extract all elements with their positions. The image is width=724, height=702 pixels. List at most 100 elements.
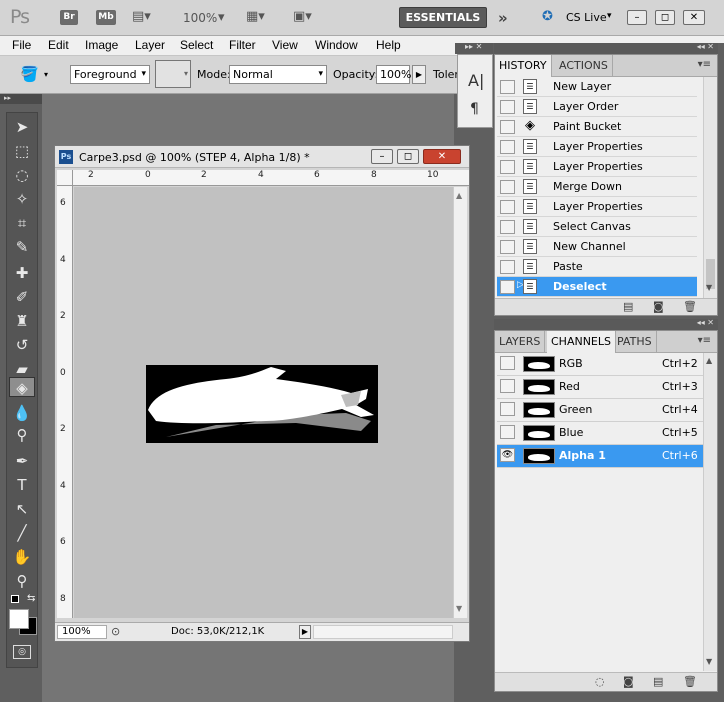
paint-bucket-tool-icon[interactable]: ◈ [9,377,35,397]
tab-actions[interactable]: ACTIONS [555,55,613,77]
channels-scrollbar[interactable]: ▲ ▼ [703,353,717,671]
menu-image[interactable]: Image [85,38,118,52]
load-channel-selection-icon[interactable]: ◌ [595,675,605,688]
clone-stamp-tool-icon[interactable]: ♜ [9,311,35,331]
path-selection-tool-icon[interactable]: ↖ [9,499,35,519]
horizontal-scrollbar[interactable] [313,625,453,639]
eyedropper-tool-icon[interactable]: ✎ [9,237,35,257]
channel-visibility-toggle[interactable] [500,356,515,370]
tab-channels[interactable]: CHANNELS [547,331,616,353]
history-item[interactable]: ☰ New Channel [497,237,697,257]
hand-tool-icon[interactable]: ✋ [9,547,35,567]
arrange-documents-icon[interactable]: ▦▾ [246,9,265,24]
foreground-color-swatch[interactable] [9,609,29,629]
history-item[interactable]: ☰ Layer Order [497,97,697,117]
channel-visibility-toggle[interactable] [500,425,515,439]
mini-panel-header[interactable]: ▸▸ ✕ [455,42,493,54]
menu-layer[interactable]: Layer [135,38,165,52]
pen-tool-icon[interactable]: ✒ [9,451,35,471]
history-scrollbar[interactable]: ▼ [703,77,717,298]
menu-edit[interactable]: Edit [48,38,69,52]
history-item-selected[interactable]: ▷ ☰ Deselect [497,277,697,297]
scroll-down-icon[interactable]: ▼ [456,604,462,613]
history-snapshot-box[interactable] [500,240,515,254]
mini-bridge-button[interactable]: Mb [96,10,116,25]
doc-maximize-button[interactable]: ◻ [397,149,419,164]
vertical-ruler[interactable]: 6 4 2 0 2 4 6 8 [57,186,73,618]
tab-paths[interactable]: PATHS [613,331,657,353]
doc-close-button[interactable]: ✕ [423,149,461,164]
history-brush-tool-icon[interactable]: ↺ [9,335,35,355]
zoom-field[interactable]: 100% [57,625,107,639]
cs-live-dropdown-icon[interactable]: ▾ [607,11,612,21]
default-colors-icon[interactable] [11,595,19,603]
history-item[interactable]: ☰ Paste [497,257,697,277]
history-snapshot-box[interactable] [500,200,515,214]
dodge-tool-icon[interactable]: ⚲ [9,425,35,445]
doc-minimize-button[interactable]: – [371,149,393,164]
mode-select[interactable]: Normal ▾ [229,65,327,84]
history-item[interactable]: ☰ Select Canvas [497,217,697,237]
tab-layers[interactable]: LAYERS [495,331,546,353]
history-snapshot-box[interactable] [500,280,515,294]
menu-view[interactable]: View [272,38,298,52]
alpha-channel-image[interactable] [146,365,378,443]
brush-tool-icon[interactable]: ✐ [9,287,35,307]
paragraph-panel-icon[interactable]: ¶ [470,101,479,117]
menu-filter[interactable]: Filter [229,38,256,52]
zoom-level[interactable]: 100% [183,11,217,25]
history-item[interactable]: ☰ New Layer [497,77,697,97]
history-snapshot-box[interactable] [500,120,515,134]
eye-icon[interactable]: 👁 [500,448,515,462]
scroll-up-icon[interactable]: ▲ [456,191,462,200]
close-app-button[interactable]: ✕ [683,10,705,25]
workspace-essentials-button[interactable]: ESSENTIALS [399,7,487,28]
minimize-button[interactable]: – [627,10,647,25]
screen-mode-icon[interactable]: ▣▾ [293,9,312,24]
toolbox-header[interactable]: ▸▸ [0,94,42,104]
history-item[interactable]: ☰ Layer Properties [497,197,697,217]
blur-tool-icon[interactable]: 💧 [9,403,35,423]
history-snapshot-box[interactable] [500,160,515,174]
history-panel-menu-icon[interactable]: ▾≡ [698,59,711,70]
status-menu-arrow-icon[interactable]: ▶ [299,625,311,639]
healing-brush-tool-icon[interactable]: ✚ [9,263,35,283]
history-panel-header[interactable]: ◂◂ ✕ [494,42,718,54]
new-document-from-state-icon[interactable]: ▤ [623,300,633,313]
save-selection-channel-icon[interactable]: ◙ [623,675,634,688]
maximize-button[interactable]: ◻ [655,10,675,25]
menu-file[interactable]: File [12,38,31,52]
history-item[interactable]: ☰ Layer Properties [497,137,697,157]
eraser-tool-icon[interactable]: ▰ [9,359,35,379]
new-snapshot-icon[interactable]: ◙ [653,300,664,313]
delete-channel-icon[interactable]: 🗑 [683,675,697,688]
cs-live-menu[interactable]: CS Live [566,11,607,24]
history-snapshot-box[interactable] [500,80,515,94]
document-title-bar[interactable]: Ps Carpe3.psd @ 100% (STEP 4, Alpha 1/8)… [55,146,469,168]
channel-visibility-toggle[interactable] [500,402,515,416]
history-snapshot-box[interactable] [500,260,515,274]
horizontal-ruler[interactable]: 2 0 2 4 6 8 10 [73,170,469,186]
pattern-dropdown-icon[interactable]: ▾ [184,69,188,78]
quick-mask-icon[interactable]: ◎ [13,645,31,659]
type-tool-icon[interactable]: T [9,475,35,495]
menu-window[interactable]: Window [315,38,358,52]
delete-state-icon[interactable]: 🗑 [683,300,697,313]
line-tool-icon[interactable]: ╱ [9,523,35,543]
channels-scroll-up-icon[interactable]: ▲ [706,356,712,365]
history-item[interactable]: ☰ Layer Properties [497,157,697,177]
swap-colors-icon[interactable]: ⇆ [27,593,35,604]
marquee-tool-icon[interactable]: ⬚ [9,141,35,161]
zoom-tool-icon[interactable]: ⚲ [9,571,35,591]
channel-visibility-toggle[interactable] [500,379,515,393]
history-snapshot-box[interactable] [500,140,515,154]
channels-panel-header[interactable]: ◂◂ ✕ [494,318,718,330]
crop-tool-icon[interactable]: ⌗ [9,213,35,233]
extras-icon[interactable]: ▤▾ [132,9,151,24]
menu-select[interactable]: Select [180,38,213,52]
lasso-tool-icon[interactable]: ◌ [9,165,35,185]
opacity-field[interactable]: 100% [376,65,411,84]
vertical-scrollbar[interactable]: ▲ ▼ [453,187,467,618]
channel-row-selected[interactable]: 👁 Alpha 1 Ctrl+6 [497,445,703,468]
status-info-icon[interactable]: ⊙ [111,625,120,638]
